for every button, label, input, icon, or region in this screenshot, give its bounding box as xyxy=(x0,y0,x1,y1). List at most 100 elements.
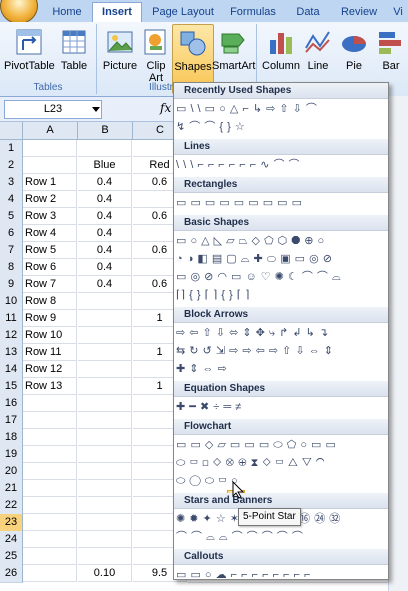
shape-row[interactable]: ⇨ ⇦ ⇧ ⇩ ⬄ ⇕ ✥ ⤷ ↱ ↲ ↳ ↴ xyxy=(176,325,386,342)
column-header-a[interactable]: A xyxy=(23,122,78,140)
cell[interactable] xyxy=(78,327,132,344)
cell[interactable] xyxy=(23,531,77,548)
cell[interactable]: 0.4 xyxy=(78,276,132,293)
cell[interactable]: Row 11 xyxy=(23,344,77,361)
shape-row[interactable]: ⇆ ↻ ↺ ⇲ ⇨ ⇨ ⇦ ⇨ ⇧ ⇩ ⇔ ⇕ xyxy=(176,343,386,360)
row-header[interactable]: 22 xyxy=(0,497,23,515)
row-header[interactable]: 9 xyxy=(0,276,23,294)
row-header[interactable]: 16 xyxy=(0,395,23,413)
cell[interactable] xyxy=(78,480,132,497)
cell[interactable] xyxy=(78,344,132,361)
cell[interactable]: Row 6 xyxy=(23,259,77,276)
row-header[interactable]: 26 xyxy=(0,565,23,583)
name-box[interactable]: L23 xyxy=(4,100,102,119)
cell[interactable] xyxy=(23,429,77,446)
row-header[interactable]: 21 xyxy=(0,480,23,498)
shape-row[interactable]: ▭ ▭ ◇ ▱ ▭ ▭ ▭ ⬭ ⬠ ○ ▭ ▭ xyxy=(176,437,386,454)
row-header[interactable]: 4 xyxy=(0,191,23,209)
cell[interactable]: Row 8 xyxy=(23,293,77,310)
cell[interactable]: 0.4 xyxy=(78,191,132,208)
row-header[interactable]: 5 xyxy=(0,208,23,226)
row-header[interactable]: 12 xyxy=(0,327,23,345)
cell[interactable]: Row 4 xyxy=(23,225,77,242)
cell[interactable] xyxy=(23,412,77,429)
cell[interactable] xyxy=(78,378,132,395)
cell[interactable] xyxy=(23,497,77,514)
row-header[interactable]: 18 xyxy=(0,429,23,447)
cell[interactable] xyxy=(78,463,132,480)
cell[interactable]: Row 9 xyxy=(23,310,77,327)
row-header[interactable]: 15 xyxy=(0,378,23,396)
cell[interactable] xyxy=(23,157,77,174)
cell[interactable]: Row 5 xyxy=(23,242,77,259)
shape-row[interactable]: ↯ ⌒ ⌒ { } ☆ xyxy=(176,119,386,136)
cell[interactable]: Row 13 xyxy=(23,378,77,395)
row-header[interactable]: 14 xyxy=(0,361,23,379)
cell[interactable] xyxy=(78,429,132,446)
shape-row[interactable]: ⬭ ▭ ◻ ◇ ⊗ ⊕ ⧗ ◇ ▭ △ ▽ ◠ xyxy=(176,455,386,472)
row-header[interactable]: 1 xyxy=(0,140,23,158)
shape-row[interactable]: \ \ \ ⌐ ⌐ ⌐ ⌐ ⌐ ⌐ ∿ ⌒ ⌒ xyxy=(176,157,386,174)
tab-review[interactable]: Review xyxy=(334,3,384,22)
row-header[interactable]: 11 xyxy=(0,310,23,328)
shape-row[interactable]: ⌈⌉ { } ⌈ ⌉ { } ⌈ ⌉ xyxy=(176,287,386,304)
row-header[interactable]: 23 xyxy=(0,514,23,532)
cell[interactable] xyxy=(23,140,77,157)
row-header[interactable]: 8 xyxy=(0,259,23,277)
name-box-dropdown-icon[interactable] xyxy=(92,107,100,112)
vertical-scrollbar[interactable] xyxy=(388,96,408,591)
cell[interactable] xyxy=(78,395,132,412)
cell[interactable]: Row 1 xyxy=(23,174,77,191)
cell[interactable]: Row 3 xyxy=(23,208,77,225)
cell[interactable] xyxy=(78,446,132,463)
cell[interactable] xyxy=(23,395,77,412)
office-button[interactable] xyxy=(0,0,38,24)
shape-row[interactable]: ✚ ━ ✖ ÷ ═ ≠ xyxy=(176,399,386,416)
cell[interactable]: 0.4 xyxy=(78,174,132,191)
tab-view[interactable]: Vi xyxy=(388,3,408,22)
row-header[interactable]: 13 xyxy=(0,344,23,362)
row-header[interactable]: 10 xyxy=(0,293,23,311)
row-header[interactable]: 7 xyxy=(0,242,23,260)
cell[interactable] xyxy=(23,480,77,497)
cell[interactable]: Row 12 xyxy=(23,361,77,378)
row-header[interactable]: 24 xyxy=(0,531,23,549)
cell[interactable] xyxy=(78,310,132,327)
row-header[interactable]: 25 xyxy=(0,548,23,566)
cell[interactable] xyxy=(23,446,77,463)
cell[interactable] xyxy=(78,293,132,310)
cell[interactable]: 0.4 xyxy=(78,225,132,242)
row-header[interactable]: 2 xyxy=(0,157,23,175)
shape-row[interactable]: ◔ ◑ ◧ ▤ ▢ ⌓ ✚ ⬭ ▣ ▭ ◎ ⊘ xyxy=(176,251,386,268)
tab-home[interactable]: Home xyxy=(44,3,90,22)
cell[interactable] xyxy=(78,497,132,514)
row-header[interactable]: 3 xyxy=(0,174,23,192)
shape-row[interactable]: ▭ \ \ ▭ ○ △ ⌐ ↳ ⇨ ⇧ ⇩ ⌒ xyxy=(176,101,386,118)
cell[interactable]: Row 7 xyxy=(23,276,77,293)
cell[interactable]: Row 10 xyxy=(23,327,77,344)
picture-button[interactable]: Picture xyxy=(100,24,140,92)
cell[interactable]: 0.10 xyxy=(78,565,132,582)
shape-row[interactable]: ▭ ▭ ○ ☁ ⌐ ⌐ ⌐ ⌐ ⌐ ⌐ ⌐ ⌐ xyxy=(176,567,386,579)
row-header[interactable]: 17 xyxy=(0,412,23,430)
cell[interactable]: 0.4 xyxy=(78,242,132,259)
cell[interactable] xyxy=(78,412,132,429)
shape-row[interactable]: ▭ ◎ ⊘ ◠ ▭ ☺ ♡ ✺ ☾ ⌒ ⌒ ⌓ xyxy=(176,269,386,286)
row-header[interactable]: 20 xyxy=(0,463,23,481)
shape-row[interactable]: ▭ ○ △ ◺ ▱ ⏢ ◇ ⬠ ⬡ ⯃ ⊕ ○ xyxy=(176,233,386,250)
cell[interactable] xyxy=(78,548,132,565)
cell[interactable] xyxy=(23,548,77,565)
cell[interactable] xyxy=(78,514,132,531)
cell[interactable]: Row 2 xyxy=(23,191,77,208)
cell[interactable]: 0.4 xyxy=(78,208,132,225)
tab-formulas[interactable]: Formulas xyxy=(224,3,282,22)
tab-data[interactable]: Data xyxy=(288,3,328,22)
shape-row[interactable]: ▭ ▭ ▭ ▭ ▭ ▭ ▭ ▭ ▭ xyxy=(176,195,386,212)
column-header-b[interactable]: B xyxy=(78,122,133,140)
shape-row[interactable]: ⌒ ⌒ ⌓ ⌓ ⌒ ⌒ ⌒ ⌒ ⌒ xyxy=(176,529,386,546)
cell[interactable]: 0.4 xyxy=(78,259,132,276)
cell[interactable] xyxy=(78,361,132,378)
shape-row[interactable]: ✚ ⇕ ⇔ ⇨ xyxy=(176,361,386,378)
select-all-corner[interactable] xyxy=(0,122,23,140)
cell[interactable] xyxy=(78,531,132,548)
